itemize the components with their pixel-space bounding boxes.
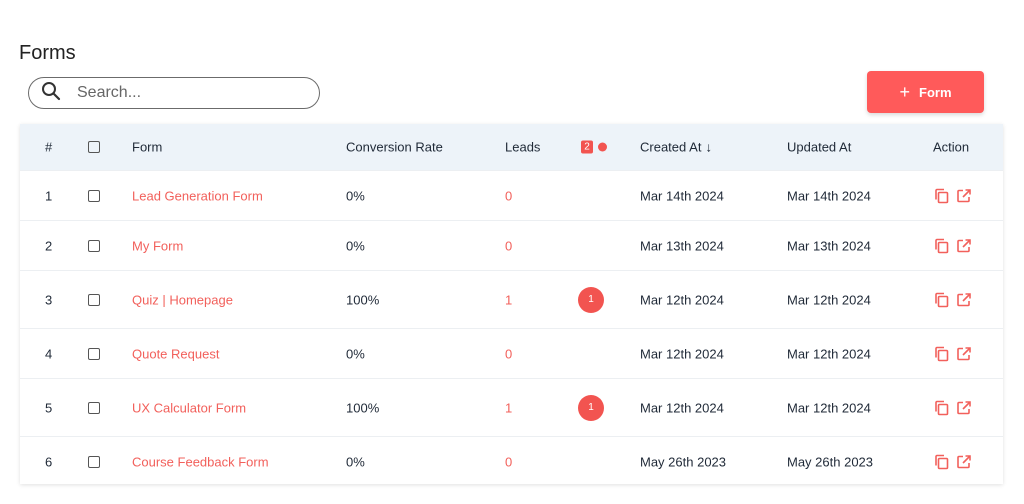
row-num: 3 [45,292,53,307]
leads-link[interactable]: 1 [505,292,512,307]
row-num: 4 [45,346,53,361]
copy-icon[interactable] [934,400,950,416]
external-link-icon[interactable] [956,238,972,254]
copy-icon[interactable] [934,238,950,254]
created-at: Mar 12th 2024 [640,346,724,361]
notification-dot-icon [598,142,607,152]
header-conversion-rate[interactable]: Conversion Rate [346,140,443,155]
header-form[interactable]: Form [132,140,162,155]
form-name-link[interactable]: Course Feedback Form [132,454,269,469]
table-row: 3 Quiz | Homepage 100% 1 1 Mar 12th 2024… [20,270,1003,328]
row-num: 1 [45,188,53,203]
search-icon [41,81,61,106]
row-num: 2 [45,238,53,253]
conversion-rate: 0% [346,188,365,203]
updated-at: Mar 13th 2024 [787,238,871,253]
row-actions [934,292,972,308]
row-checkbox[interactable] [88,189,100,202]
row-num: 6 [45,454,53,469]
search-box [28,77,320,109]
row-num: 5 [45,400,53,415]
conversion-rate: 0% [346,454,365,469]
external-link-icon[interactable] [956,400,972,416]
header-created-label: Created At [640,139,702,155]
created-at: Mar 12th 2024 [640,292,724,307]
conversion-rate: 100% [346,292,380,307]
table-body: 1 Lead Generation Form 0% 0 Mar 14th 202… [20,170,1003,486]
row-checkbox[interactable] [88,293,100,306]
add-form-button[interactable]: + Form [867,71,984,113]
copy-icon[interactable] [934,188,950,204]
copy-icon[interactable] [934,346,950,362]
row-checkbox[interactable] [88,455,100,468]
header-action: Action [933,139,970,155]
sort-down-icon: ↓ [705,139,712,155]
external-link-icon[interactable] [956,346,972,362]
leads-link[interactable]: 0 [505,346,512,361]
external-link-icon[interactable] [956,454,972,470]
new-leads-badge: 1 [578,286,604,313]
conversion-rate: 0% [346,238,365,253]
forms-table: # Form Conversion Rate Leads 2 Created A… [20,124,1003,484]
copy-icon[interactable] [934,454,950,470]
row-checkbox[interactable] [88,239,100,252]
external-link-icon[interactable] [956,292,972,308]
header-notification-count: 2 [581,140,593,154]
form-name-link[interactable]: Lead Generation Form [132,188,263,203]
leads-link[interactable]: 0 [505,188,512,203]
header-updated-at[interactable]: Updated At [787,140,851,155]
form-name-link[interactable]: My Form [132,238,183,253]
header-created-at[interactable]: Created At ↓ [640,140,712,155]
table-row: 5 UX Calculator Form 100% 1 1 Mar 12th 2… [20,378,1003,436]
updated-at: Mar 14th 2024 [787,188,871,203]
page-title: Forms [19,42,76,64]
header-notification: 2 [581,140,607,154]
updated-at: Mar 12th 2024 [787,292,871,307]
conversion-rate: 100% [346,400,380,415]
table-row: 1 Lead Generation Form 0% 0 Mar 14th 202… [20,170,1003,220]
new-leads-badge: 1 [578,394,604,421]
updated-at: May 26th 2023 [787,454,874,469]
form-name-link[interactable]: Quote Request [132,346,219,361]
leads-link[interactable]: 1 [505,400,512,415]
leads-link[interactable]: 0 [505,238,512,253]
external-link-icon[interactable] [956,188,972,204]
add-form-label: Form [919,84,952,100]
table-row: 2 My Form 0% 0 Mar 13th 2024 Mar 13th 20… [20,220,1003,270]
row-checkbox[interactable] [88,347,100,360]
header-leads[interactable]: Leads [505,140,540,155]
table-header: # Form Conversion Rate Leads 2 Created A… [20,124,1003,170]
created-at: May 26th 2023 [640,454,727,469]
new-leads-badge-slot: 1 [578,286,604,313]
search-input[interactable] [75,83,299,103]
row-actions [934,454,972,470]
table-row: 4 Quote Request 0% 0 Mar 12th 2024 Mar 1… [20,328,1003,378]
conversion-rate: 0% [346,346,365,361]
copy-icon[interactable] [934,292,950,308]
created-at: Mar 12th 2024 [640,400,724,415]
row-actions [934,238,972,254]
row-checkbox[interactable] [88,401,100,414]
updated-at: Mar 12th 2024 [787,346,871,361]
created-at: Mar 13th 2024 [640,238,724,253]
row-actions [934,346,972,362]
leads-link[interactable]: 0 [505,454,512,469]
form-name-link[interactable]: Quiz | Homepage [132,292,233,307]
form-name-link[interactable]: UX Calculator Form [132,400,246,415]
table-row: 6 Course Feedback Form 0% 0 May 26th 202… [20,436,1003,486]
updated-at: Mar 12th 2024 [787,400,871,415]
new-leads-badge-slot: 1 [578,394,604,421]
plus-icon: + [899,82,910,102]
row-actions [934,400,972,416]
row-actions [934,188,972,204]
header-num: # [45,139,53,155]
created-at: Mar 14th 2024 [640,188,724,203]
select-all-checkbox[interactable] [88,141,100,153]
